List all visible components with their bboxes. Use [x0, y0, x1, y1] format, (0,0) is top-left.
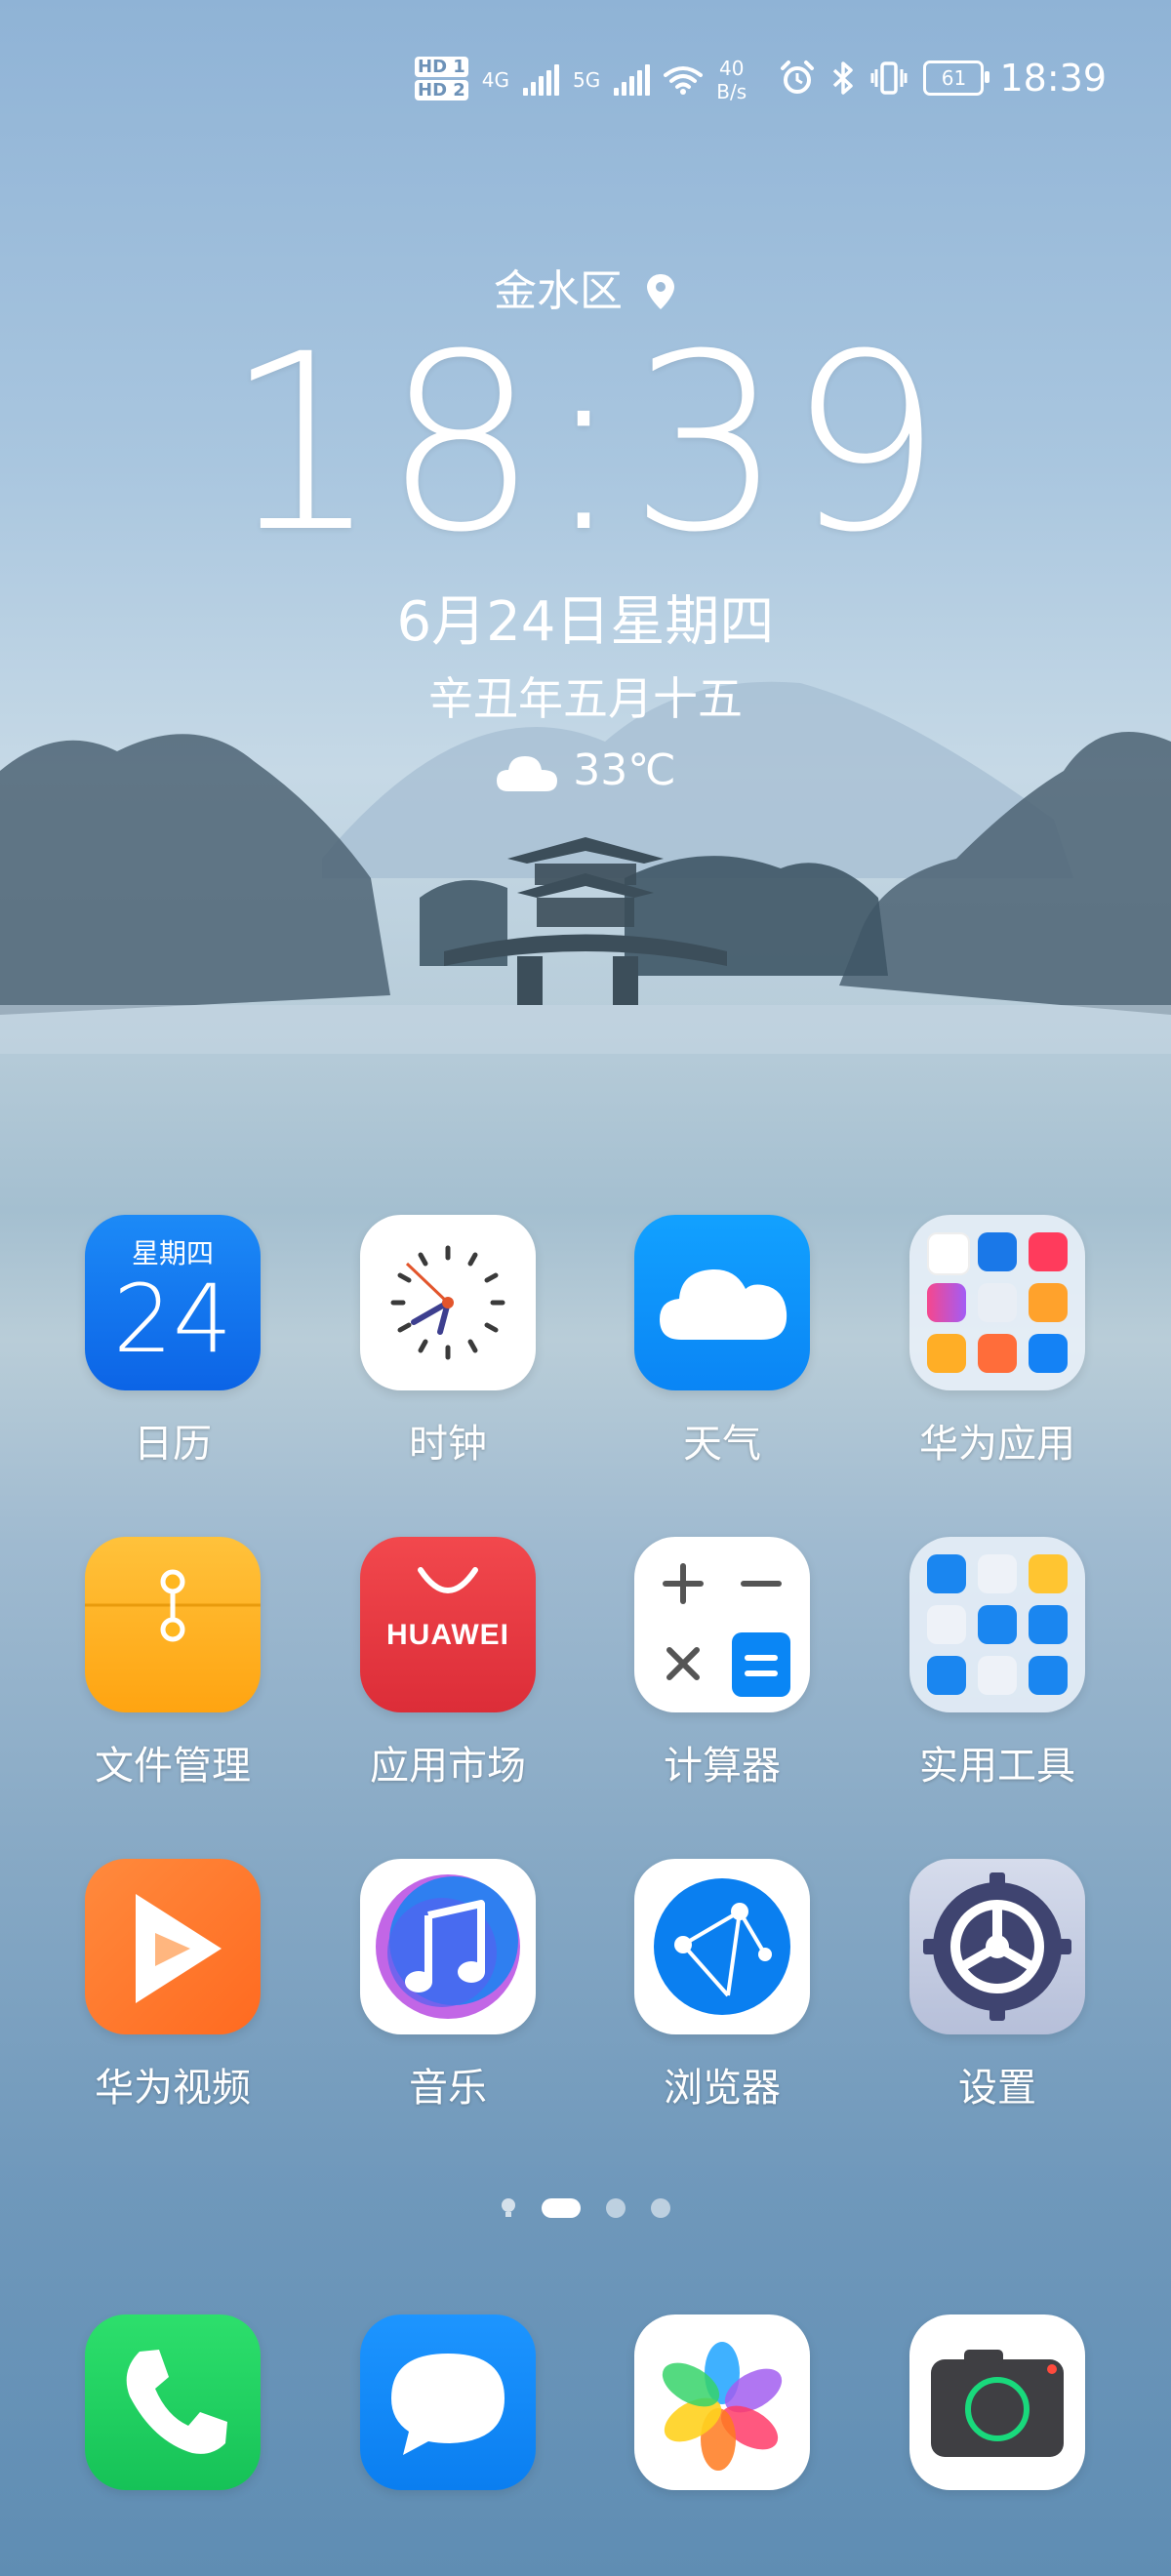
app-label: 计算器 [664, 1744, 781, 1789]
sim-indicators: HD 1 HD 2 [415, 57, 468, 103]
app-clock[interactable]: 时钟 [311, 1215, 585, 1469]
folder-app-icon [1029, 1554, 1068, 1593]
music-icon [360, 1859, 536, 2034]
app-calculator[interactable]: 计算器 [586, 1537, 859, 1791]
gallery-icon [634, 2314, 810, 2490]
hint-bulb-icon[interactable] [501, 2197, 516, 2219]
signal-icon [614, 64, 651, 96]
dock-phone[interactable] [36, 2314, 309, 2490]
temperature: 33℃ [573, 745, 676, 795]
net-speed-unit: B/s [716, 80, 747, 103]
files-icon [85, 1537, 261, 1712]
folder-app-icon [927, 1283, 966, 1322]
network-type-2: 5G [573, 68, 601, 92]
clock-date[interactable]: 6月24日星期四 [0, 578, 1171, 657]
net-speed-value: 40 [718, 57, 745, 80]
folder-app-icon [1029, 1605, 1068, 1644]
video-icon [85, 1859, 261, 2034]
page-dot[interactable] [651, 2198, 670, 2218]
folder-app-icon [1029, 1283, 1068, 1322]
app-music[interactable]: 音乐 [311, 1859, 585, 2113]
home-screen: { "status_bar": { "sim1": "HD 1", "sim2"… [0, 0, 1171, 2576]
folder-icon [909, 1215, 1085, 1390]
app-calendar[interactable]: 星期四 24 日历 [36, 1215, 309, 1469]
alarm-icon [781, 60, 815, 94]
weather-icon [634, 1215, 810, 1390]
app-label: 音乐 [409, 2066, 487, 2111]
lunar-date: 辛丑年五月十五 [428, 672, 743, 725]
status-bar-right: 61 18:39 [779, 57, 1107, 100]
cloud-icon [497, 755, 558, 791]
dock-camera[interactable] [861, 2314, 1134, 2490]
battery-icon: 61 [923, 60, 990, 96]
appgallery-brand: HUAWEI [386, 1619, 509, 1651]
app-settings[interactable]: 设置 [861, 1859, 1134, 2113]
app-label: 文件管理 [95, 1744, 251, 1789]
signal-icon [523, 64, 560, 96]
status-time: 18:39 [999, 57, 1107, 100]
folder-app-icon [927, 1605, 966, 1644]
calculator-icon [634, 1537, 810, 1712]
folder-app-icon [927, 1232, 970, 1275]
net-speed: 40 B/s [716, 57, 747, 103]
dock-messages[interactable] [311, 2314, 585, 2490]
page-dot-active[interactable] [542, 2198, 581, 2218]
status-bar-left: HD 1 HD 2 4G 5G 40 B/s [415, 57, 747, 103]
appgallery-icon: HUAWEI [360, 1537, 536, 1712]
folder-app-icon [927, 1334, 966, 1373]
app-label: 天气 [683, 1422, 761, 1467]
app-appgallery[interactable]: HUAWEI 应用市场 [311, 1537, 585, 1791]
folder-huawei-apps[interactable]: 华为应用 [861, 1215, 1134, 1469]
bluetooth-icon [833, 61, 854, 95]
sim1-badge: HD 1 [415, 57, 468, 77]
weather-summary[interactable]: 33℃ [0, 745, 1171, 795]
folder-app-icon [1029, 1232, 1068, 1271]
app-label: 华为应用 [919, 1422, 1075, 1467]
app-label: 实用工具 [919, 1744, 1075, 1789]
calendar-day: 24 [112, 1265, 233, 1374]
folder-app-icon [978, 1554, 1017, 1593]
folder-app-icon [978, 1605, 1017, 1644]
browser-icon [634, 1859, 810, 2034]
dock-gallery[interactable] [586, 2314, 859, 2490]
camera-icon [909, 2314, 1085, 2490]
app-label: 设置 [958, 2066, 1036, 2111]
folder-app-icon [978, 1283, 1017, 1322]
page-dot[interactable] [606, 2198, 626, 2218]
app-label: 浏览器 [664, 2066, 781, 2111]
phone-icon [85, 2314, 261, 2490]
folder-app-icon [978, 1334, 1017, 1373]
settings-icon [909, 1859, 1085, 2034]
vibrate-icon [870, 61, 908, 95]
sim2-badge: HD 2 [415, 80, 468, 101]
calendar-icon: 星期四 24 [85, 1215, 261, 1390]
folder-app-icon [978, 1656, 1017, 1695]
folder-app-icon [927, 1656, 966, 1695]
app-label: 时钟 [409, 1422, 487, 1467]
folder-app-icon [978, 1232, 1017, 1271]
clock-time[interactable]: 18:39 [0, 322, 1171, 566]
clock-icon [360, 1215, 536, 1390]
page-indicator [0, 2197, 1171, 2219]
messages-icon [360, 2314, 536, 2490]
folder-app-icon [927, 1554, 966, 1593]
folder-tools[interactable]: 实用工具 [861, 1537, 1134, 1791]
app-weather[interactable]: 天气 [586, 1215, 859, 1469]
folder-app-icon [1029, 1656, 1068, 1695]
app-label: 华为视频 [95, 2066, 251, 2111]
network-type-1: 4G [481, 68, 510, 92]
app-label: 应用市场 [370, 1744, 526, 1789]
app-file-manager[interactable]: 文件管理 [36, 1537, 309, 1791]
folder-app-icon [1029, 1334, 1068, 1373]
app-browser[interactable]: 浏览器 [586, 1859, 859, 2113]
folder-icon [909, 1537, 1085, 1712]
wifi-icon [664, 66, 704, 95]
app-label: 日历 [134, 1422, 212, 1467]
app-huawei-video[interactable]: 华为视频 [36, 1859, 309, 2113]
